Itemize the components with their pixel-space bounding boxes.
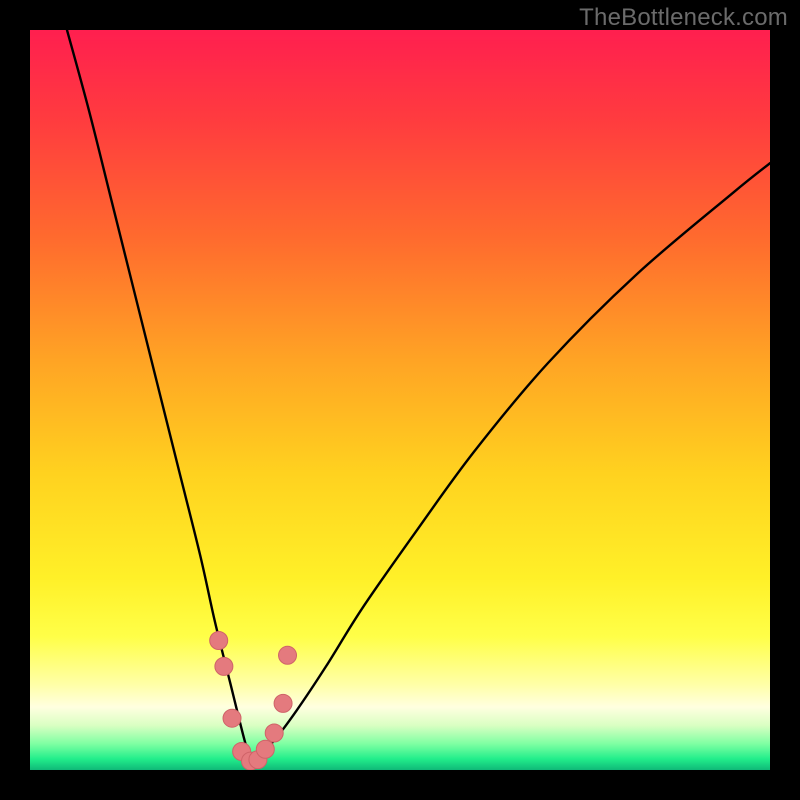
marker-point — [223, 709, 241, 727]
marker-point — [279, 646, 297, 664]
marker-point — [256, 740, 274, 758]
bottleneck-curve — [67, 30, 770, 763]
marker-point — [210, 632, 228, 650]
outer-frame: TheBottleneck.com — [0, 0, 800, 800]
marker-point — [274, 694, 292, 712]
watermark-text: TheBottleneck.com — [579, 4, 788, 32]
marker-point — [265, 724, 283, 742]
plot-area — [30, 30, 770, 770]
chart-svg — [30, 30, 770, 770]
marker-point — [215, 657, 233, 675]
